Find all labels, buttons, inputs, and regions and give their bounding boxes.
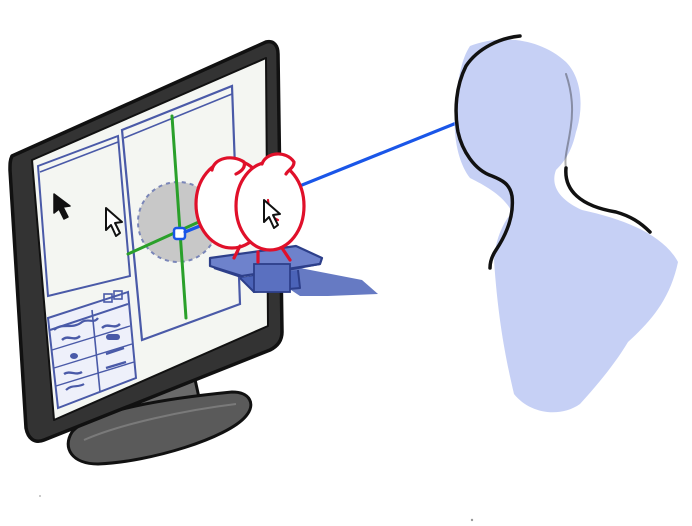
- gaze-interaction-illustration: [8, 34, 678, 522]
- person-silhouette: [454, 34, 678, 413]
- gaze-point-icon: [172, 226, 187, 241]
